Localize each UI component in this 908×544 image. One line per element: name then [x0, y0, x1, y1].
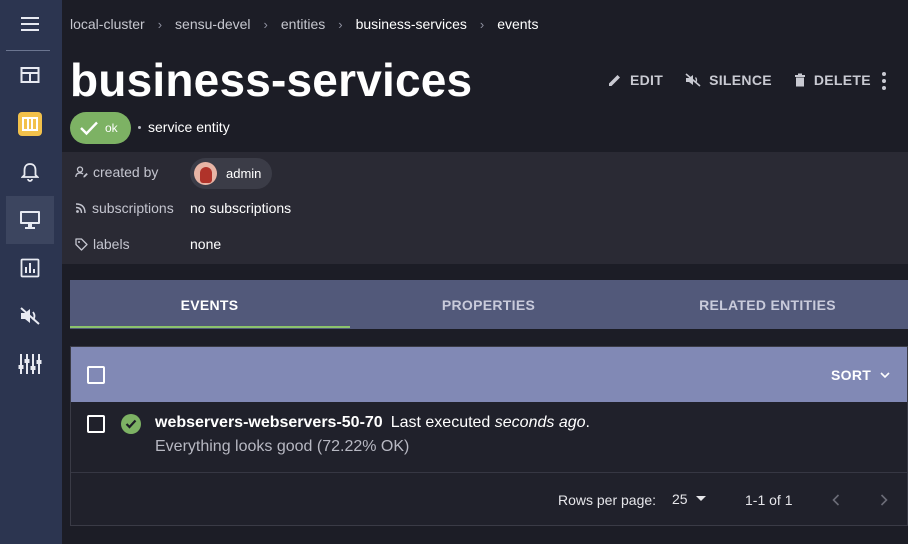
- entity-type: service entity: [148, 119, 230, 135]
- caret-down-icon: [695, 496, 706, 501]
- entity-actions: EDIT SILENCE DELETE: [608, 72, 893, 88]
- select-all-checkbox[interactable]: [87, 366, 105, 384]
- subscriptions-label: subscriptions: [92, 200, 174, 216]
- monitor-icon: [20, 211, 40, 229]
- page-title: business-services: [70, 54, 473, 106]
- trash-icon: [794, 73, 805, 87]
- status-ok-icon: [121, 414, 141, 434]
- status-badge: ok: [70, 112, 131, 144]
- list-header: SORT: [71, 347, 907, 402]
- pagination: Rows per page: 25 1-1 of 1: [71, 473, 907, 526]
- previous-page-button[interactable]: [826, 490, 846, 510]
- edit-button[interactable]: EDIT: [608, 72, 663, 88]
- page-range: 1-1 of 1: [745, 492, 793, 508]
- event-title: webservers-webservers-50-70 Last executed…: [155, 414, 590, 432]
- sidebar-item-dashboard[interactable]: [6, 51, 54, 99]
- meta-row-created-by: created by admin: [62, 154, 908, 190]
- sort-button[interactable]: SORT: [831, 367, 890, 383]
- chevron-right-icon: [880, 494, 888, 506]
- breadcrumb-separator: ›: [157, 16, 163, 32]
- meta-row-labels: labels none: [62, 226, 908, 262]
- silence-icon: [685, 73, 701, 87]
- sliders-icon: [18, 354, 42, 374]
- pencil-icon: [609, 75, 620, 86]
- labels-label: labels: [93, 236, 130, 252]
- labels-label-wrap: labels: [75, 236, 130, 252]
- labels-value: none: [190, 236, 222, 252]
- silence-icon: [20, 307, 40, 325]
- breadcrumb-separator: ›: [263, 16, 268, 32]
- entity-metadata: created by admin subscriptions no subscr…: [62, 152, 908, 264]
- dashboard-icon: [20, 67, 40, 83]
- breadcrumb: local-cluster › sensu-devel › entities ›…: [70, 16, 538, 32]
- silence-label: SILENCE: [709, 72, 772, 88]
- sidebar-item-config[interactable]: [6, 340, 54, 388]
- breadcrumb-item[interactable]: entities: [281, 16, 325, 32]
- event-output: Everything looks good (72.22% OK): [155, 438, 410, 455]
- sidebar-item-events[interactable]: [6, 148, 54, 196]
- user-chip[interactable]: admin: [190, 158, 272, 189]
- edit-label: EDIT: [630, 72, 664, 88]
- tab-properties[interactable]: PROPERTIES: [349, 280, 628, 329]
- rows-per-page-select[interactable]: 25: [672, 491, 706, 507]
- check-icon: [80, 121, 98, 136]
- subscriptions-value: no subscriptions: [190, 200, 292, 216]
- tab-bar: EVENTS PROPERTIES RELATED ENTITIES: [70, 280, 908, 329]
- delete-label: DELETE: [813, 72, 871, 88]
- sensu-logo-icon: [18, 112, 42, 136]
- silence-button[interactable]: SILENCE: [685, 72, 772, 88]
- sidebar: [0, 0, 62, 544]
- avatar: [194, 162, 217, 185]
- event-executed-label: Last executed: [390, 414, 491, 431]
- tab-related-entities[interactable]: RELATED ENTITIES: [628, 280, 907, 329]
- sidebar-item-entities[interactable]: [6, 196, 54, 244]
- rss-icon: [75, 203, 86, 214]
- user-edit-icon: [75, 166, 88, 178]
- breadcrumb-item-current: events: [497, 16, 539, 32]
- event-checkbox[interactable]: [87, 415, 105, 433]
- event-executed-time: seconds ago: [494, 414, 586, 431]
- main-content: local-cluster › sensu-devel › entities ›…: [62, 0, 908, 544]
- subscriptions-label-wrap: subscriptions: [75, 200, 174, 216]
- more-options-icon[interactable]: [878, 70, 890, 92]
- status-label: ok: [105, 121, 118, 135]
- tag-icon: [75, 237, 88, 251]
- breadcrumb-item[interactable]: business-services: [356, 16, 467, 32]
- event-name[interactable]: webservers-webservers-50-70: [155, 414, 383, 431]
- breadcrumb-item[interactable]: sensu-devel: [175, 16, 251, 32]
- tab-indicator: [70, 326, 350, 328]
- sidebar-item-checks[interactable]: [6, 244, 54, 292]
- rows-per-page-value: 25: [672, 491, 688, 507]
- event-executed-suffix: .: [585, 414, 590, 431]
- tab-events[interactable]: EVENTS: [70, 280, 349, 329]
- sort-label: SORT: [831, 367, 872, 383]
- separator-dot: [138, 126, 141, 129]
- sidebar-item-sensu[interactable]: [6, 100, 54, 148]
- created-by-label: created by: [93, 164, 159, 180]
- created-by-value: admin: [226, 166, 262, 181]
- events-list: SORT webservers-webservers-50-70 Last exe…: [70, 346, 908, 526]
- chevron-left-icon: [832, 494, 840, 506]
- delete-button[interactable]: DELETE: [794, 72, 871, 88]
- menu-icon[interactable]: [18, 13, 42, 35]
- bell-icon: [21, 163, 39, 182]
- breadcrumb-item[interactable]: local-cluster: [70, 16, 145, 32]
- breadcrumb-separator: ›: [338, 16, 343, 32]
- rows-per-page-label: Rows per page:: [558, 492, 657, 508]
- meta-row-subscriptions: subscriptions no subscriptions: [62, 190, 908, 226]
- breadcrumb-separator: ›: [479, 16, 485, 32]
- chevron-down-icon: [880, 371, 890, 378]
- created-by-label-wrap: created by: [75, 164, 158, 180]
- bar-chart-icon: [20, 258, 40, 278]
- next-page-button[interactable]: [874, 490, 894, 510]
- sidebar-item-silences[interactable]: [6, 292, 54, 340]
